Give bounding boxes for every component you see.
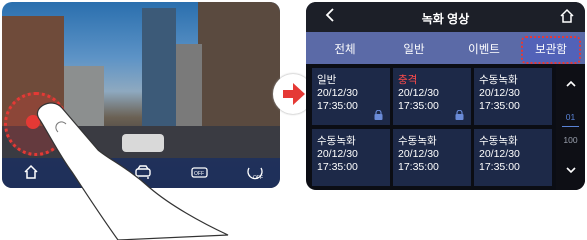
tab-all[interactable]: 전체 (315, 41, 375, 57)
tab-bar: 전체 일반 이벤트 보관함 (306, 32, 585, 64)
page-divider (562, 126, 579, 127)
recording-time: 17:35:00 (479, 161, 520, 173)
page-title: 녹화 영상 (421, 12, 470, 26)
home-icon[interactable] (559, 8, 575, 29)
recording-time: 17:35:00 (398, 161, 439, 173)
recording-date: 20/12/30 (479, 87, 520, 99)
recording-time: 17:35:00 (317, 161, 358, 173)
recording-type: 충격 (398, 74, 418, 86)
recording-grid: 일반 20/12/30 17:35:00 충격 20/12/30 17:35:0… (312, 68, 552, 188)
recording-type: 수동녹화 (479, 135, 518, 147)
recording-item[interactable]: 수동녹화 20/12/30 17:35:00 (393, 129, 471, 186)
recording-item[interactable]: 수동녹화 20/12/30 17:35:00 (312, 129, 390, 186)
current-page: 01 (565, 112, 576, 122)
display-off-icon[interactable]: OFF (242, 164, 268, 186)
tab-event[interactable]: 이벤트 (454, 41, 514, 57)
recording-item[interactable]: 충격 20/12/30 17:35:00 (393, 68, 471, 125)
chevron-up-icon[interactable] (556, 78, 585, 92)
recording-type: 일반 (317, 74, 337, 86)
display-off-label: OFF (253, 175, 263, 181)
top-bar: 녹화 영상 (306, 2, 585, 32)
recording-item[interactable]: 수동녹화 20/12/30 17:35:00 (474, 68, 552, 125)
lock-icon (455, 110, 464, 120)
recording-date: 20/12/30 (317, 148, 358, 160)
recording-date: 20/12/30 (398, 87, 439, 99)
recording-type: 수동녹화 (479, 74, 518, 86)
chevron-down-icon[interactable] (556, 164, 585, 178)
total-pages: 100 (563, 135, 578, 145)
recording-type: 수동녹화 (317, 135, 356, 147)
recording-date: 20/12/30 (479, 148, 520, 160)
recording-date: 20/12/30 (317, 87, 358, 99)
recording-date: 20/12/30 (398, 148, 439, 160)
recorded-video-screen: 녹화 영상 전체 일반 이벤트 보관함 일반 20/12/30 17:35:00… (306, 2, 585, 190)
recording-time: 17:35:00 (479, 100, 520, 112)
hand-illustration (37, 102, 229, 240)
recording-item[interactable]: 일반 20/12/30 17:35:00 (312, 68, 390, 125)
recording-item[interactable]: 수동녹화 20/12/30 17:35:00 (474, 129, 552, 186)
lock-icon (374, 110, 383, 120)
tab-normal[interactable]: 일반 (384, 41, 444, 57)
page-scroller: 01 100 (556, 64, 585, 190)
tab-archive[interactable]: 보관함 (521, 36, 581, 64)
recording-type: 수동녹화 (398, 135, 437, 147)
